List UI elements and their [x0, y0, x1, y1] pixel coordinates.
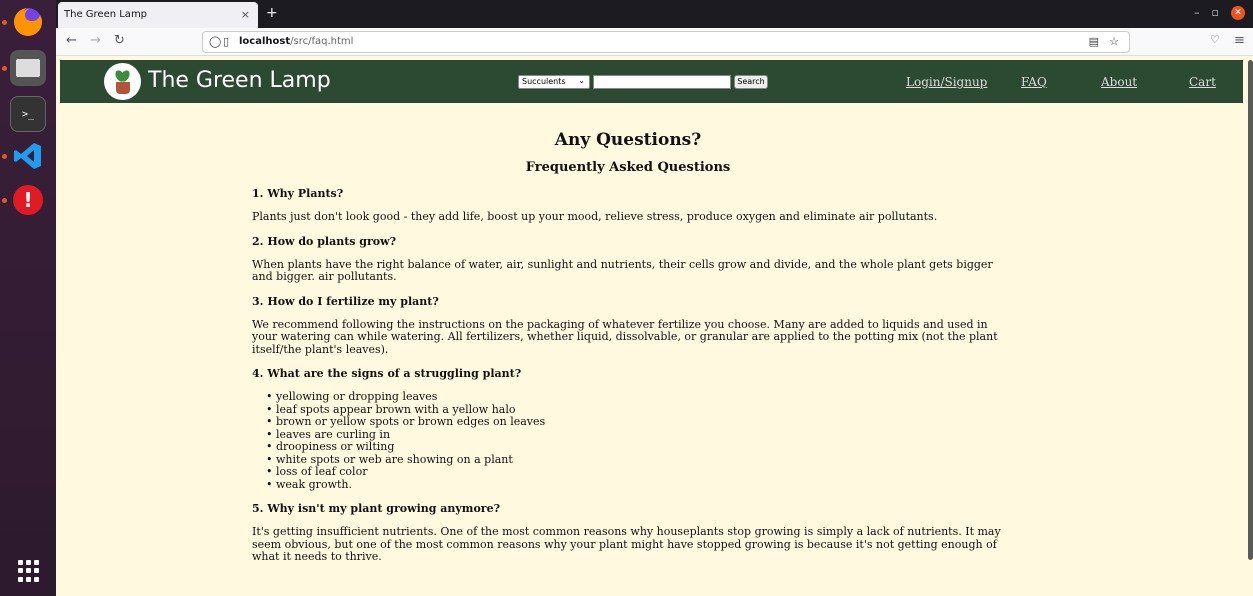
nav-faq[interactable]: FAQ [1021, 75, 1047, 89]
reader-view-icon[interactable]: ▤ [1089, 35, 1099, 48]
menu-icon[interactable]: ≡ [1234, 33, 1245, 48]
url-path: /src/faq.html [290, 36, 354, 47]
app-dock: >_ ! [0, 0, 56, 596]
faq-question: 1. Why Plants? [252, 187, 344, 200]
show-apps-icon[interactable] [18, 560, 40, 582]
faq-answer: Plants just don't look good - they add l… [252, 210, 938, 223]
page-icon: ▯ [223, 35, 230, 48]
running-indicator [2, 66, 7, 71]
files-icon[interactable] [10, 50, 46, 86]
terminal-icon[interactable]: >_ [10, 96, 46, 132]
running-indicator [2, 20, 7, 25]
green-lamp-logo[interactable] [104, 63, 141, 100]
list-item: yellowing or dropping leaves [266, 390, 1012, 404]
page-scrollbar[interactable] [1248, 60, 1253, 560]
bookmark-star-icon[interactable]: ☆ [1109, 35, 1119, 48]
shield-icon: ◯ [209, 35, 222, 48]
new-tab-button[interactable]: + [266, 5, 278, 21]
tab-title: The Green Lamp [64, 9, 148, 20]
url-host: localhost [239, 36, 291, 47]
search-form: Succulents ⌄ Search [518, 75, 768, 89]
faq-answer: When plants have the right balance of wa… [252, 257, 993, 283]
search-input[interactable] [593, 75, 731, 89]
vscode-icon[interactable] [10, 138, 46, 174]
list-item: white spots or web are showing on a plan… [266, 453, 1012, 467]
faq-question: 2. How do plants grow? [252, 234, 397, 248]
close-tab-icon[interactable]: × [241, 8, 250, 21]
faq-question: 5. Why isn't my plant growing anymore? [252, 502, 501, 515]
window-controls: – ▫ ✕ [1194, 6, 1245, 20]
chevron-down-icon: ⌄ [578, 76, 585, 85]
reload-icon[interactable]: ↻ [114, 33, 125, 48]
search-button[interactable]: Search [734, 75, 768, 89]
list-item: brown or yellow spots or brown edges on … [266, 415, 1012, 429]
list-item: droopiness or wilting [266, 440, 1012, 454]
running-indicator [2, 154, 7, 159]
minimize-icon[interactable]: – [1194, 6, 1200, 20]
faq-answer: We recommend following the instructions … [252, 317, 998, 356]
nav-about[interactable]: About [1101, 75, 1137, 89]
nav-cart[interactable]: Cart [1189, 75, 1216, 89]
struggling-signs-list: yellowing or dropping leaves leaf spots … [266, 390, 1012, 492]
site-header: The Green Lamp Succulents ⌄ Search Login/… [60, 60, 1243, 103]
back-arrow-icon[interactable]: ← [66, 33, 77, 48]
nav-login-signup[interactable]: Login/Signup [906, 75, 987, 89]
url-bar[interactable]: ◯ ▯ localhost/src/faq.html ▤ ☆ [202, 31, 1130, 53]
list-item: loss of leaf color [266, 465, 1012, 479]
page-title: Any Questions? [554, 130, 702, 150]
faq-question: 4. What are the signs of a struggling pl… [252, 367, 522, 380]
faq-content: Any Questions? Frequently Asked Question… [252, 130, 1012, 575]
page-viewport: The Green Lamp Succulents ⌄ Search Login/… [56, 56, 1253, 596]
update-alert-icon[interactable]: ! [10, 182, 46, 218]
faq-subtitle: Frequently Asked Questions [525, 160, 731, 175]
forward-arrow-icon[interactable]: → [90, 33, 101, 48]
maximize-icon[interactable]: ▫ [1212, 6, 1219, 20]
tab-the-green-lamp[interactable]: The Green Lamp × [58, 2, 258, 28]
running-indicator [2, 198, 7, 203]
tab-bar: The Green Lamp × + – ▫ ✕ [56, 0, 1253, 28]
faq-answer: It's getting insufficient nutrients. One… [252, 525, 1001, 563]
faq-question: 3. How do I fertilize my plant? [252, 294, 439, 308]
category-select[interactable]: Succulents ⌄ [518, 75, 590, 89]
close-window-icon[interactable]: ✕ [1231, 6, 1245, 20]
pocket-icon[interactable]: ♡ [1210, 33, 1220, 46]
browser-toolbar: ← → ↻ ◯ ▯ localhost/src/faq.html ▤ ☆ ♡ ≡ [56, 28, 1253, 56]
list-item: weak growth. [266, 478, 1012, 492]
site-title[interactable]: The Green Lamp [148, 68, 331, 93]
firefox-icon[interactable] [10, 4, 46, 40]
